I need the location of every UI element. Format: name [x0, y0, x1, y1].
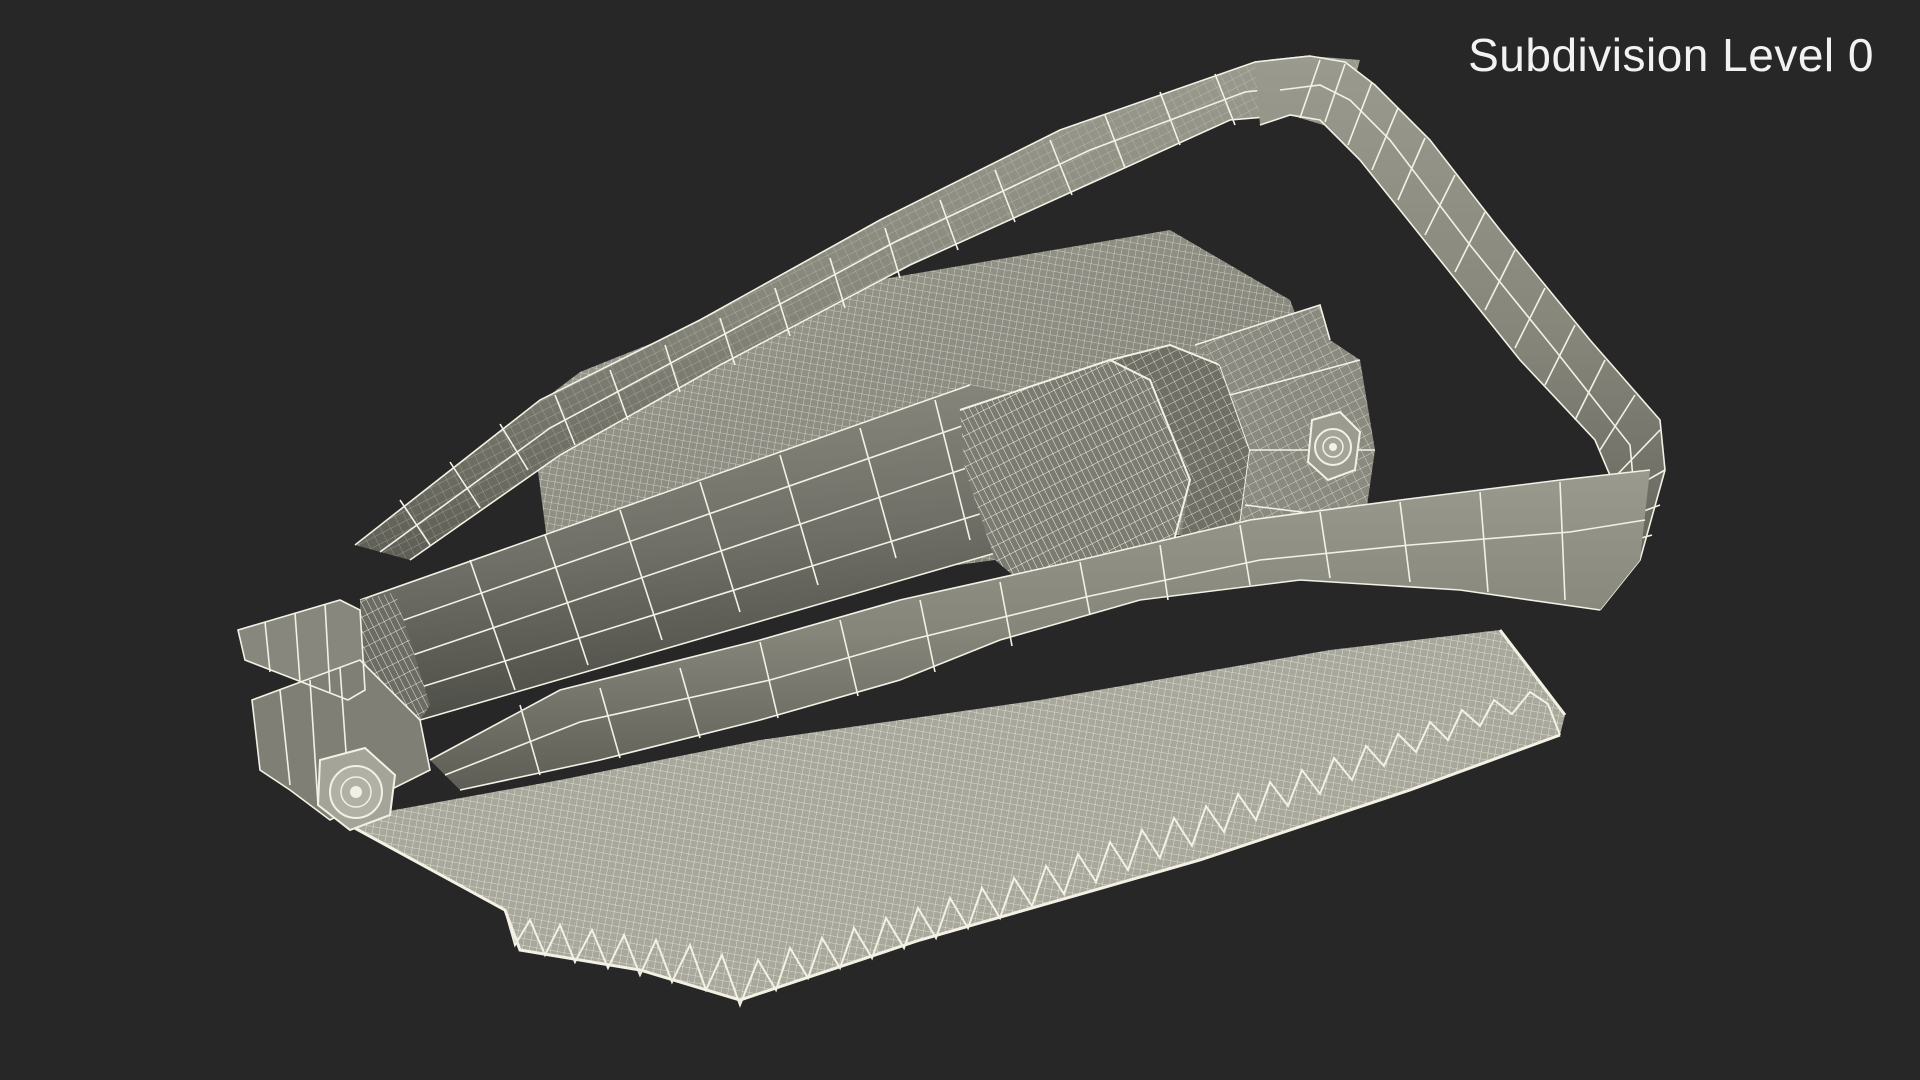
shovel-wireframe-render [237, 55, 1666, 1008]
subdivision-level-label: Subdivision Level 0 [1468, 29, 1874, 81]
render-viewport: Subdivision Level 0 [0, 0, 1920, 1080]
